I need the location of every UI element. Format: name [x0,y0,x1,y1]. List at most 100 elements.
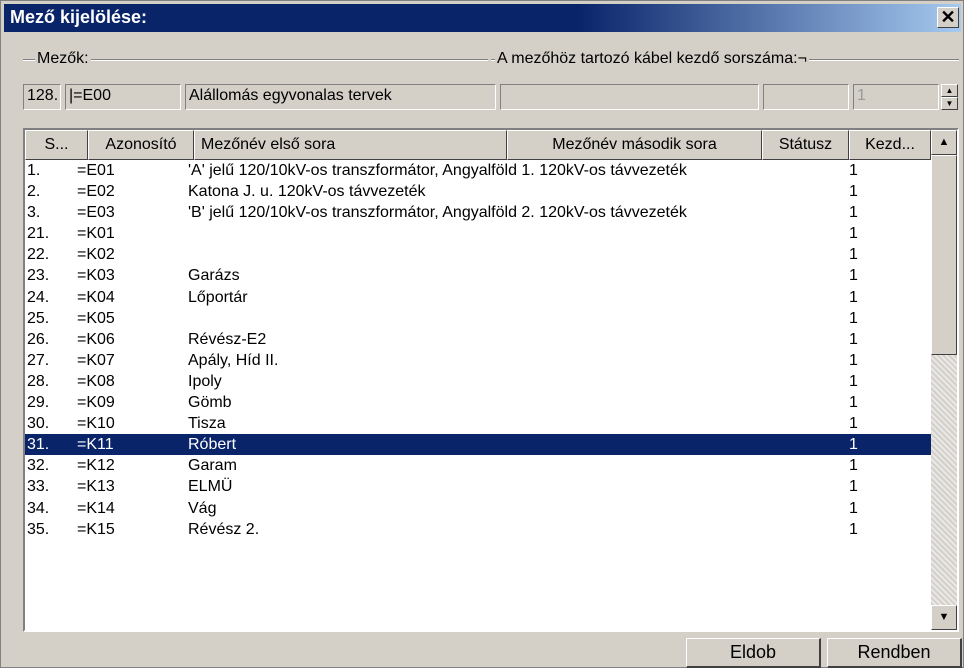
row-name: Gömb [188,394,232,412]
ok-button[interactable]: Rendben [827,638,962,668]
row-number: 3. [27,204,41,222]
spin-up-icon[interactable]: ▲ [941,84,958,97]
field-second-line [500,84,759,110]
row-id: =K11 [77,436,114,454]
column-header-s[interactable]: S... [25,130,88,160]
table-row[interactable]: 1. =E01 'A' jelű 120/10kV-os transzformáto… [25,160,931,181]
row-id: =E01 [77,162,115,179]
table-row[interactable]: 25. =K05 1 [25,308,931,329]
row-name: Vág [188,499,217,517]
row-number: 28. [27,372,50,390]
table-row[interactable]: 21. =K01 1 [25,223,931,244]
table-row[interactable]: 34. =K14 Vág 1 [25,498,931,519]
row-number: 24. [27,288,50,306]
table-row[interactable]: 3. =E03 'B' jelű 120/10kV-os transzformáto… [25,202,931,223]
scroll-down-button[interactable]: ▼ [931,605,957,630]
row-number: 33. [27,478,50,496]
row-name: ELMÜ [188,478,233,496]
row-name: Garázs [188,267,240,285]
row-number: 35. [27,520,50,538]
row-id: =K12 [77,457,115,475]
column-header-name1[interactable]: Mezőnév első sora [194,130,507,160]
table-row[interactable]: 31. =K11 Róbert 1 [25,434,931,456]
discard-button[interactable]: Eldob [686,638,821,668]
table-row[interactable]: 35. =K15 Révész 2. 1 [25,519,931,540]
column-header-start[interactable]: Kezd... [849,130,931,160]
row-id: =E02 [77,183,115,201]
row-start: 1 [849,394,858,412]
row-start: 1 [849,436,858,454]
row-start: 1 [849,351,858,369]
field-status [763,84,849,110]
table-row[interactable]: 23. =K03 Garázs 1 [25,265,931,286]
scroll-thumb[interactable] [931,155,957,355]
row-id: =K09 [77,394,115,412]
row-id: =K14 [77,499,115,517]
cable-start-label: A mezőhöz tartozó kábel kezdő sorszáma:¬ [495,50,809,68]
close-button[interactable]: ✕ [937,7,959,28]
dialog-window: Mező kijelölése: ✕ Mezők: A mezőhöz tart… [0,0,964,668]
field-id: |=E00 [65,84,181,110]
row-name: 'A' jelű 120/10kV-os transzformátor, Ang… [188,162,687,179]
row-number: 30. [27,415,50,433]
column-header-status[interactable]: Státusz [762,130,849,160]
table-row[interactable]: 2. =E02 Katona J. u. 120kV-os távvezeték 1 [25,181,931,202]
row-start: 1 [849,372,858,390]
triangle-up-icon: ▲ [938,136,950,148]
start-number-spinner[interactable]: ▲ ▼ [941,84,958,110]
vertical-scrollbar[interactable]: ▲ ▼ [931,130,957,630]
row-number: 2. [27,183,41,201]
fields-group-label: Mezők: [35,50,91,68]
row-number: 34. [27,499,50,517]
table-row[interactable]: 32. =K12 Garam 1 [25,455,931,476]
row-id: =K03 [77,267,115,285]
field-number: 128. [23,84,61,110]
row-name: Apály, Híd II. [188,351,279,369]
row-number: 22. [27,246,50,264]
table-row[interactable]: 24. =K04 Lőportár 1 [25,287,931,308]
row-number: 31. [27,436,50,454]
row-name: Révész 2. [188,520,260,538]
table-row[interactable]: 29. =K09 Gömb 1 [25,392,931,413]
table-row[interactable]: 33. =K13 ELMÜ 1 [25,476,931,497]
title-bar: Mező kijelölése: ✕ [4,4,961,32]
row-name: Róbert [188,436,237,454]
row-number: 29. [27,394,50,412]
row-id: =K04 [77,288,115,306]
row-id: =K02 [77,246,115,264]
spin-down-icon[interactable]: ▼ [941,97,958,110]
row-start: 1 [849,225,858,243]
row-start: 1 [849,183,858,201]
table-row[interactable]: 22. =K02 1 [25,244,931,265]
table-row[interactable]: 30. =K10 Tisza 1 [25,413,931,434]
row-number: 26. [27,330,50,348]
column-header-id[interactable]: Azonosító [88,130,194,160]
row-id: =K15 [77,520,115,538]
row-start: 1 [849,162,858,179]
row-number: 32. [27,457,50,475]
start-number-input[interactable]: 1 [853,84,939,110]
row-start: 1 [849,288,858,306]
table-row[interactable]: 27. =K07 Apály, Híd II. 1 [25,350,931,371]
row-id: =K10 [77,415,115,433]
row-name: Katona J. u. 120kV-os távvezeték [188,183,426,201]
row-start: 1 [849,204,858,222]
list-rows: 1. =E01 'A' jelű 120/10kV-os transzformáto… [25,160,931,540]
table-row[interactable]: 26. =K06 Révész-E2 1 [25,329,931,350]
row-number: 25. [27,309,50,327]
row-name: Garam [188,457,237,475]
scroll-up-button[interactable]: ▲ [931,130,957,155]
row-start: 1 [849,309,858,327]
row-id: =K01 [77,225,115,243]
triangle-down-icon: ▼ [938,611,950,623]
column-header-name2[interactable]: Mezőnév második sora [507,130,762,160]
list-header: S... Azonosító Mezőnév első sora Mezőnév… [25,130,931,160]
row-start: 1 [849,267,858,285]
table-row[interactable]: 28. =K08 Ipoly 1 [25,371,931,392]
fields-list[interactable]: S... Azonosító Mezőnév első sora Mezőnév… [23,128,959,632]
row-start: 1 [849,478,858,496]
group-divider-left [23,59,488,61]
row-name: 'B' jelű 120/10kV-os transzformátor, Ang… [188,204,687,222]
row-start: 1 [849,457,858,475]
row-id: =K06 [77,330,115,348]
